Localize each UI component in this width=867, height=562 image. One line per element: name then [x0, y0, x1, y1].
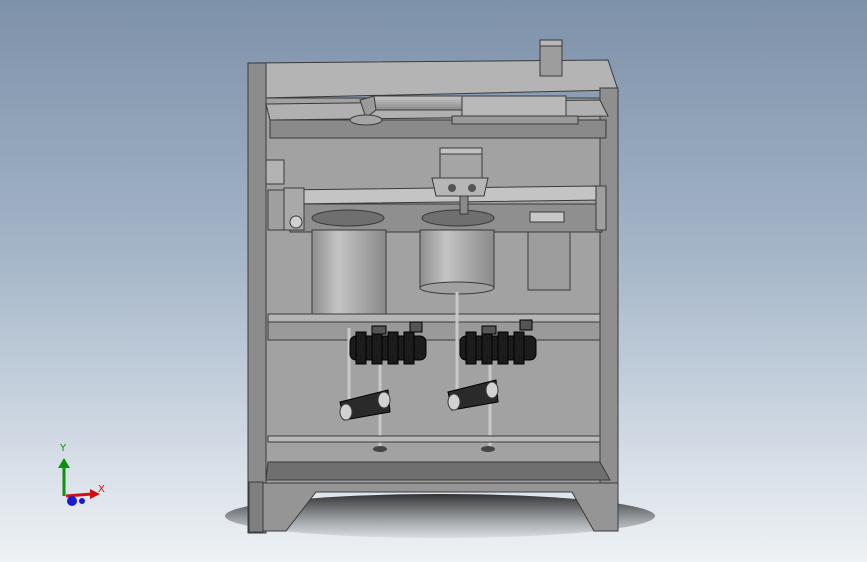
tank-right[interactable] [419, 229, 495, 295]
tank-left[interactable] [311, 229, 387, 329]
middle-rail [267, 313, 601, 323]
coordinate-triad [58, 458, 100, 506]
bottom-tray [265, 461, 611, 481]
cabinet-right-wall [599, 87, 619, 532]
side-block [527, 231, 571, 291]
base-foot-left [248, 481, 264, 533]
left-bracket [265, 159, 285, 185]
tank-opening-right [421, 209, 495, 227]
axis-x-label: X [98, 484, 105, 495]
pipe [371, 95, 463, 111]
graphics-viewport[interactable]: Y X [0, 0, 867, 562]
axis-y-label: Y [60, 443, 67, 454]
tray-slot [529, 211, 565, 223]
bottom-rail [267, 435, 601, 443]
tank-opening-left [311, 209, 385, 227]
model-view[interactable] [0, 0, 867, 562]
cabinet-left-wall [247, 62, 267, 534]
